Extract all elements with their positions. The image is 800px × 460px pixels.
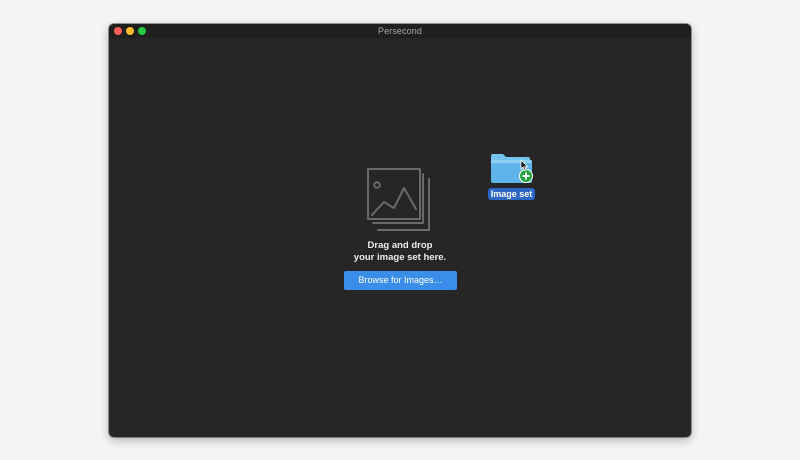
drop-instructions-line1: Drag and drop	[367, 240, 433, 251]
app-window: Persecond Drag and drop your image set h…	[109, 24, 691, 437]
image-stack-icon	[367, 168, 430, 231]
folder-add-icon[interactable]	[489, 152, 535, 186]
browse-button[interactable]: Browse for Images…	[344, 271, 457, 290]
title-bar[interactable]: Persecond	[109, 24, 691, 38]
window-title: Persecond	[378, 26, 422, 36]
drop-area[interactable]: Drag and drop your image set here. Brows…	[109, 38, 691, 437]
drop-instructions: Drag and drop your image set here.	[300, 240, 500, 264]
folder-label[interactable]: Image set	[488, 188, 535, 200]
drop-instructions-line2: your image set here.	[353, 252, 447, 263]
